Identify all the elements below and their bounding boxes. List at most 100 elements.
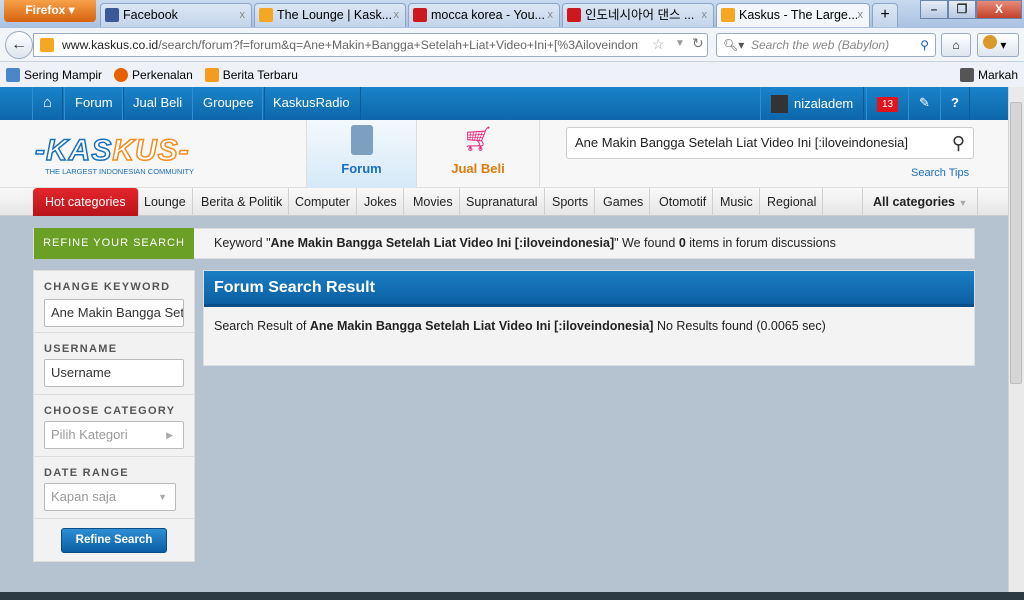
firefox-menu-button[interactable]: Firefox ▾: [4, 0, 96, 22]
header-tab-jual-beli[interactable]: 🛒︎ Jual Beli: [416, 120, 540, 188]
cart-icon: 🛒︎: [463, 126, 494, 153]
category-supranatural[interactable]: Supranatural: [460, 188, 545, 216]
help-icon[interactable]: ?: [940, 87, 970, 120]
search-tips-link[interactable]: Search Tips: [911, 167, 969, 179]
search-value: Ane Makin Bangga Setelah Liat Video Ini …: [575, 135, 908, 150]
category-games[interactable]: Games: [597, 188, 651, 216]
babylon-addon-button[interactable]: ▾: [977, 33, 1019, 57]
category-lounge[interactable]: Lounge: [138, 188, 193, 216]
nav-kaskusradio[interactable]: KaskusRadio: [262, 87, 361, 120]
kaskus-header: -KASKUS- THE LARGEST INDONESIAN COMMUNIT…: [0, 120, 1008, 188]
bookmark-sering-mampir[interactable]: Sering Mampir: [6, 67, 103, 82]
select-value: Kapan saja: [51, 489, 117, 504]
tab-title: mocca korea - You...: [431, 8, 545, 22]
search-go-icon[interactable]: ⚲: [920, 34, 929, 56]
category-berita-politik[interactable]: Berita & Politik: [195, 188, 290, 216]
url-domain: www.kaskus.co.id: [62, 38, 159, 52]
hot-categories[interactable]: Hot categories: [33, 188, 139, 216]
chevron-right-icon: ▶: [166, 430, 173, 440]
logo-tagline: THE LARGEST INDONESIAN COMMUNITY: [45, 167, 195, 176]
bookmarks-menu[interactable]: Markah: [959, 67, 1018, 82]
refine-your-search-tab[interactable]: REFINE YOUR SEARCH: [34, 228, 194, 259]
category-jokes[interactable]: Jokes: [358, 188, 404, 216]
maximize-button[interactable]: ❐: [948, 0, 976, 19]
text: Keyword ": [214, 236, 271, 250]
category-computer[interactable]: Computer: [289, 188, 357, 216]
header-tab-forum[interactable]: Forum: [306, 120, 416, 188]
close-tab-icon[interactable]: x: [240, 4, 246, 26]
scrollbar-thumb[interactable]: [1010, 102, 1022, 384]
tab-title: Facebook: [123, 8, 178, 22]
kaskus-search-input[interactable]: Ane Makin Bangga Setelah Liat Video Ini …: [566, 127, 974, 159]
date-range-section: DATE RANGE Kapan saja ▼: [34, 457, 194, 519]
keyword: Ane Makin Bangga Setelah Liat Video Ini …: [270, 236, 615, 250]
tab-kaskus-active[interactable]: Kaskus - The Large... x: [716, 3, 870, 27]
username-input[interactable]: Username: [44, 359, 184, 387]
search-placeholder: Search the web (Babylon): [751, 38, 890, 52]
category-section: CHOOSE CATEGORY Pilih Kategori ▶: [34, 395, 194, 457]
nav-jual-beli[interactable]: Jual Beli: [122, 87, 194, 120]
new-tab-button[interactable]: +: [872, 3, 898, 27]
close-tab-icon[interactable]: x: [548, 4, 554, 26]
keyword-input[interactable]: Ane Makin Bangga Setelah Liat Video Ini …: [44, 299, 184, 327]
minimize-button[interactable]: –: [920, 0, 948, 19]
nav-forum[interactable]: Forum: [64, 87, 124, 120]
bookmark-label: Sering Mampir: [24, 67, 103, 82]
back-button[interactable]: ←: [5, 31, 33, 59]
window-controls: – ❐ X: [920, 0, 1022, 20]
star-icon: [959, 67, 974, 82]
url-path: /search/forum?f=forum&q=Ane+Makin+Bangga…: [158, 38, 639, 52]
tab-facebook[interactable]: Facebook x: [100, 3, 252, 27]
tab-title: The Lounge | Kask...: [277, 8, 393, 22]
result-title: Forum Search Result: [204, 271, 974, 307]
close-tab-icon[interactable]: x: [858, 4, 864, 26]
tab-youtube-mocca[interactable]: mocca korea - You... x: [408, 3, 560, 27]
web-search-input[interactable]: 🔍︎▾ Search the web (Babylon) ⚲: [716, 33, 936, 57]
notifications-button[interactable]: 13: [866, 87, 910, 120]
search-engine-icon[interactable]: 🔍︎▾: [723, 34, 744, 56]
refine-search-button[interactable]: Refine Search: [61, 528, 167, 553]
rss-icon: [204, 67, 219, 82]
tab-lounge[interactable]: The Lounge | Kask... x: [254, 3, 406, 27]
date-range-select[interactable]: Kapan saja ▼: [44, 483, 176, 511]
home-icon[interactable]: ⌂: [32, 87, 64, 120]
reload-icon[interactable]: ↻: [692, 35, 704, 52]
dropdown-icon[interactable]: ▼: [675, 38, 685, 49]
user-menu[interactable]: nizaladem: [760, 87, 865, 120]
youtube-icon: [413, 8, 427, 22]
close-window-button[interactable]: X: [976, 0, 1022, 19]
kaskus-icon: [721, 8, 735, 22]
bookmark-perkenalan[interactable]: Perkenalan: [114, 67, 193, 82]
kaskus-icon: [259, 8, 273, 22]
category-music[interactable]: Music: [714, 188, 760, 216]
home-button[interactable]: ⌂: [941, 33, 971, 57]
close-tab-icon[interactable]: x: [702, 4, 708, 26]
all-categories-dropdown[interactable]: All categories ▼: [862, 188, 979, 216]
edit-icon[interactable]: ✎: [908, 87, 941, 120]
chevron-down-icon: ▼: [958, 198, 968, 208]
bookmarks-toolbar: Sering Mampir Perkenalan Berita Terbaru …: [0, 62, 1024, 87]
keyword-summary: Keyword "Ane Makin Bangga Setelah Liat V…: [214, 228, 836, 259]
text: Search Result of: [214, 319, 310, 333]
bookmark-star-icon[interactable]: ☆: [652, 36, 665, 53]
category-movies[interactable]: Movies: [407, 188, 460, 216]
bookmark-berita-terbaru[interactable]: Berita Terbaru: [204, 67, 298, 82]
tab-label: Jual Beli: [451, 161, 505, 176]
label: USERNAME: [44, 343, 118, 355]
category-regional[interactable]: Regional: [761, 188, 824, 216]
kaskus-logo[interactable]: -KASKUS-: [34, 133, 190, 168]
close-tab-icon[interactable]: x: [394, 4, 400, 26]
category-sports[interactable]: Sports: [546, 188, 596, 216]
firefox-icon: [114, 67, 129, 82]
category-otomotif[interactable]: Otomotif: [653, 188, 714, 216]
tab-title: 인도네시아어 댄스 ...: [585, 8, 695, 22]
youtube-icon: [567, 8, 581, 22]
search-icon[interactable]: ⚲: [952, 128, 965, 158]
monkey-icon: [983, 35, 997, 49]
tab-label: Forum: [341, 161, 382, 176]
tab-youtube-korean[interactable]: 인도네시아어 댄스 ... x: [562, 3, 714, 27]
category-select[interactable]: Pilih Kategori ▶: [44, 421, 184, 449]
nav-groupee[interactable]: Groupee: [192, 87, 265, 120]
kaskus-top-nav: ⌂ Forum Jual Beli Groupee KaskusRadio ni…: [0, 87, 1008, 120]
url-bar[interactable]: www.kaskus.co.id/search/forum?f=forum&q=…: [33, 33, 708, 57]
